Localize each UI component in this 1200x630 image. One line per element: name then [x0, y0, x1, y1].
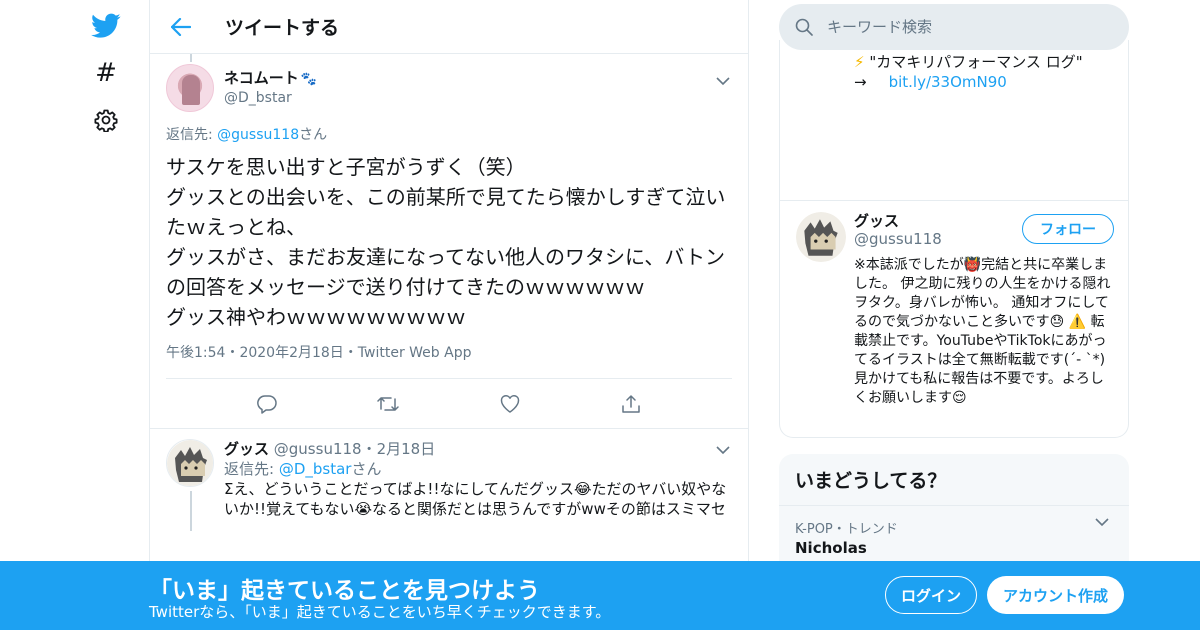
reply-to-line: 返信先: @gussu118さん	[166, 124, 732, 144]
banner-title: 「いま」起きていることを見つけよう	[149, 578, 540, 604]
chevron-down-icon[interactable]	[714, 72, 732, 90]
tweet-text: サスケを思い出すと子宮がうずく（笑） グッスとの出会いを、この前某所で見てたら懐…	[166, 155, 726, 329]
page-title: ツイートする	[225, 17, 340, 39]
avatar[interactable]	[166, 64, 214, 112]
focused-tweet: ネコムート 🐾 @D_bstar 返信先: @gussu118さん サスケを思い出…	[150, 54, 748, 429]
profile-bio: ※本誌派でしたが👹完結と共に卒業しました。 伊之助に残りの人生をかける隠れヲタク…	[854, 257, 1111, 406]
author-handle[interactable]: @D_bstar	[224, 89, 317, 107]
reply-to-link[interactable]: @gussu118	[217, 127, 299, 143]
reply-handle-date[interactable]: @gussu118・2月18日	[269, 440, 435, 458]
paw-icon: 🐾	[300, 72, 317, 87]
reply-tweet[interactable]: グッス @gussu118・2月18日 返信先: @D_bstarさん Σえ、ど…	[150, 429, 748, 531]
reply-to-link[interactable]: @D_bstar	[279, 460, 352, 478]
pinned-arrow: →	[854, 73, 867, 91]
signup-banner: 「いま」起きていることを見つけよう Twitterなら、「いま」起きていることを…	[0, 561, 1200, 630]
tweet-author: ネコムート 🐾 @D_bstar	[166, 64, 732, 112]
reply-prefix: 返信先:	[166, 127, 218, 143]
twitter-bird-icon-svg	[91, 13, 121, 38]
like-heart-icon[interactable]	[498, 392, 522, 416]
back-arrow-icon[interactable]	[170, 16, 192, 38]
avatar[interactable]	[796, 212, 846, 262]
hashtag-icon[interactable]: #	[88, 55, 124, 91]
pinned-link[interactable]: bit.ly/33OmN90	[889, 73, 1007, 91]
login-button[interactable]: ログイン	[885, 576, 977, 614]
chevron-down-icon[interactable]	[714, 441, 732, 459]
trend-name: Nicholas	[795, 539, 867, 557]
banner-subtitle: Twitterなら、「いま」起きていることをいち早くチェックできます。	[149, 603, 611, 621]
thread-line	[190, 491, 192, 531]
pinned-title: "カマキリパフォーマンス ログ"	[869, 53, 1083, 71]
thread-line	[190, 54, 192, 62]
search-input[interactable]	[827, 18, 1107, 36]
trends-panel: いまどうしてる？ K-POP・トレンド Nicholas	[779, 454, 1129, 574]
twitter-bird-icon[interactable]	[88, 8, 124, 44]
avatar[interactable]	[166, 439, 214, 487]
author-name-text: ネコムート	[224, 69, 299, 87]
reply-text: Σえ、どういうことだってばよ!!なにしてんだグッス😂ただのヤバい奴やないか!!覚…	[224, 480, 727, 518]
chevron-down-icon[interactable]	[1095, 512, 1113, 530]
reply-body: グッス @gussu118・2月18日 返信先: @D_bstarさん Σえ、ど…	[224, 439, 732, 519]
follow-button[interactable]: フォロー	[1022, 214, 1114, 244]
search-icon	[795, 18, 813, 36]
share-icon[interactable]	[619, 392, 643, 416]
retweet-icon[interactable]	[376, 392, 400, 416]
profile-card: ⚡ "カマキリパフォーマンス ログ" → bit.ly/33OmN90 グッス @…	[779, 40, 1129, 438]
lightning-icon: ⚡	[854, 53, 865, 71]
reply-icon[interactable]	[255, 392, 279, 416]
trend-meta: K-POP・トレンド	[795, 522, 898, 537]
reply-suffix: さん	[351, 460, 382, 478]
main-column: ツイートする ネコムート 🐾 @D_bstar 返信先: @gussu118さん …	[149, 0, 749, 630]
tweet-timestamp[interactable]: 午後1:54・2020年2月18日・Twitter Web App	[166, 342, 732, 379]
tweet-actions	[150, 379, 748, 429]
trend-item[interactable]: K-POP・トレンド Nicholas	[779, 506, 1129, 559]
page-header: ツイートする	[150, 0, 748, 54]
pinned-tweet-snippet: ⚡ "カマキリパフォーマンス ログ" → bit.ly/33OmN90	[854, 52, 1083, 92]
signup-button[interactable]: アカウント作成	[987, 576, 1124, 614]
reply-suffix: さん	[299, 127, 328, 143]
divider	[780, 200, 1128, 201]
hashtag-glyph: #	[95, 58, 117, 88]
reply-header: グッス @gussu118・2月18日	[224, 439, 732, 459]
gear-icon-svg	[94, 109, 118, 132]
left-nav: #	[88, 8, 124, 149]
trends-title: いまどうしてる？	[779, 454, 1129, 506]
author-info: ネコムート 🐾 @D_bstar	[224, 69, 317, 107]
profile-handle[interactable]: @gussu118	[854, 230, 942, 248]
author-name[interactable]: ネコムート 🐾	[224, 69, 317, 89]
reply-to-line: 返信先: @D_bstarさん	[224, 459, 732, 479]
gear-icon[interactable]	[88, 102, 124, 138]
reply-prefix: 返信先:	[224, 460, 279, 478]
reply-author-name[interactable]: グッス	[224, 440, 269, 458]
search-box[interactable]	[779, 4, 1129, 50]
profile-name[interactable]: グッス	[854, 210, 899, 231]
